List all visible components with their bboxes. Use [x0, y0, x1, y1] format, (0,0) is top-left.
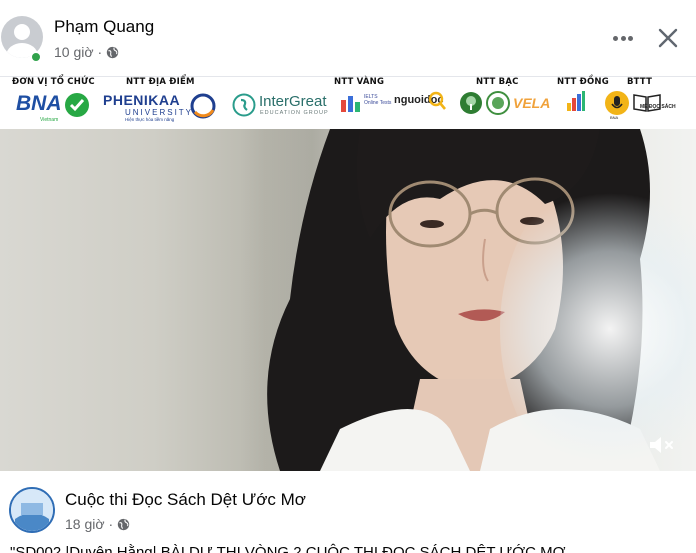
- more-dot: [628, 35, 633, 41]
- globe-icon[interactable]: [106, 46, 119, 59]
- nguoidoc-logo: nguoidoc: [394, 91, 448, 115]
- phenikaa-name: PHENIKAA: [103, 92, 181, 108]
- page-avatar[interactable]: [9, 487, 55, 533]
- silver-sponsor-label: NTT BẠC: [476, 77, 519, 87]
- silver-sponsor-2-logo: [486, 91, 510, 115]
- ielts-emblem-icon: [341, 96, 360, 112]
- bronze-sponsor-logo: [566, 89, 586, 115]
- bronze-sponsor-label: NTT ĐỒNG: [557, 77, 609, 87]
- leaf-emblem-icon: [486, 91, 510, 115]
- sponsor-banner: ĐƠN VỊ TỔ CHỨC NTT ĐỊA ĐIỂM NTT VÀNG NTT…: [0, 76, 696, 129]
- check-circle-icon: [65, 93, 89, 117]
- vela-logo: VELA: [513, 92, 551, 114]
- intergreat-emblem-icon: [232, 93, 256, 117]
- me-doc-sach-name: MÊ ĐỌC SÁCH: [640, 104, 676, 110]
- meta-separator: ·: [97, 44, 103, 60]
- shared-post-header: Cuộc thi Đọc Sách Dệt Ước Mơ 18 giờ · "S…: [0, 471, 696, 553]
- tree-emblem-icon: [460, 92, 482, 114]
- more-dot: [620, 35, 626, 41]
- online-status-dot: [30, 51, 42, 63]
- silver-sponsor-1-logo: [459, 91, 483, 115]
- avatar-head-shape: [14, 24, 30, 40]
- bna-logo-text: BNA: [16, 92, 62, 115]
- ielts-online-tests-logo: IELTS Online Tests: [340, 90, 392, 118]
- vela-name: VELA: [513, 95, 551, 111]
- bna-media-logo: BNA: [604, 90, 630, 120]
- more-dot: [613, 35, 618, 41]
- bna-logo-subtext: Vietnam: [40, 117, 59, 123]
- bna-media-caption: BNA: [610, 115, 619, 120]
- venue-sponsor-label: NTT ĐỊA ĐIỂM: [126, 77, 195, 87]
- author-name[interactable]: Phạm Quang: [54, 17, 154, 37]
- microphone-badge-icon: [605, 91, 629, 115]
- ielts-name: IELTS Online Tests: [364, 94, 392, 106]
- organizer-label: ĐƠN VỊ TỔ CHỨC: [12, 77, 95, 87]
- intergreat-sub: EDUCATION GROUP: [260, 110, 329, 116]
- shared-post-text: "SD002 |Duyên Hằng| BÀI DỰ THI VÒNG 2 CU…: [10, 544, 566, 553]
- page-avatar-image: [11, 489, 53, 531]
- gold-sponsor-label: NTT VÀNG: [334, 77, 385, 87]
- shared-post-meta: 18 giờ ·: [65, 516, 130, 532]
- more-options-icon[interactable]: [611, 28, 635, 48]
- page-name[interactable]: Cuộc thi Đọc Sách Dệt Ước Mơ: [65, 490, 306, 510]
- speaker-muted-icon[interactable]: [648, 433, 676, 457]
- me-doc-sach-logo: MÊ ĐỌC SÁCH: [632, 90, 688, 118]
- intergreat-logo: InterGreat EDUCATION GROUP: [232, 92, 336, 118]
- bna-logo: BNA Vietnam: [14, 90, 90, 123]
- post-time[interactable]: 10 giờ: [54, 44, 94, 60]
- globe-icon[interactable]: [117, 518, 130, 531]
- post-meta: 10 giờ ·: [54, 44, 119, 60]
- intergreat-name: InterGreat: [259, 93, 327, 110]
- close-icon[interactable]: [656, 26, 680, 50]
- bar-emblem-icon: [567, 91, 585, 111]
- phenikaa-ring-icon: [190, 93, 216, 119]
- post-header: Phạm Quang 10 giờ ·: [0, 0, 696, 76]
- phenikaa-sub: UNIVERSITY: [125, 108, 194, 117]
- shared-post-time[interactable]: 18 giờ: [65, 516, 105, 532]
- phenikaa-tagline: Hiện thực hóa tiềm năng: [125, 117, 175, 122]
- media-sponsor-label: BTTT: [627, 77, 653, 87]
- magnifier-icon: [428, 91, 446, 110]
- phenikaa-logo: PHENIKAA UNIVERSITY Hiện thực hóa tiềm n…: [103, 90, 219, 124]
- video-player[interactable]: [0, 129, 696, 471]
- meta-separator: ·: [108, 516, 114, 532]
